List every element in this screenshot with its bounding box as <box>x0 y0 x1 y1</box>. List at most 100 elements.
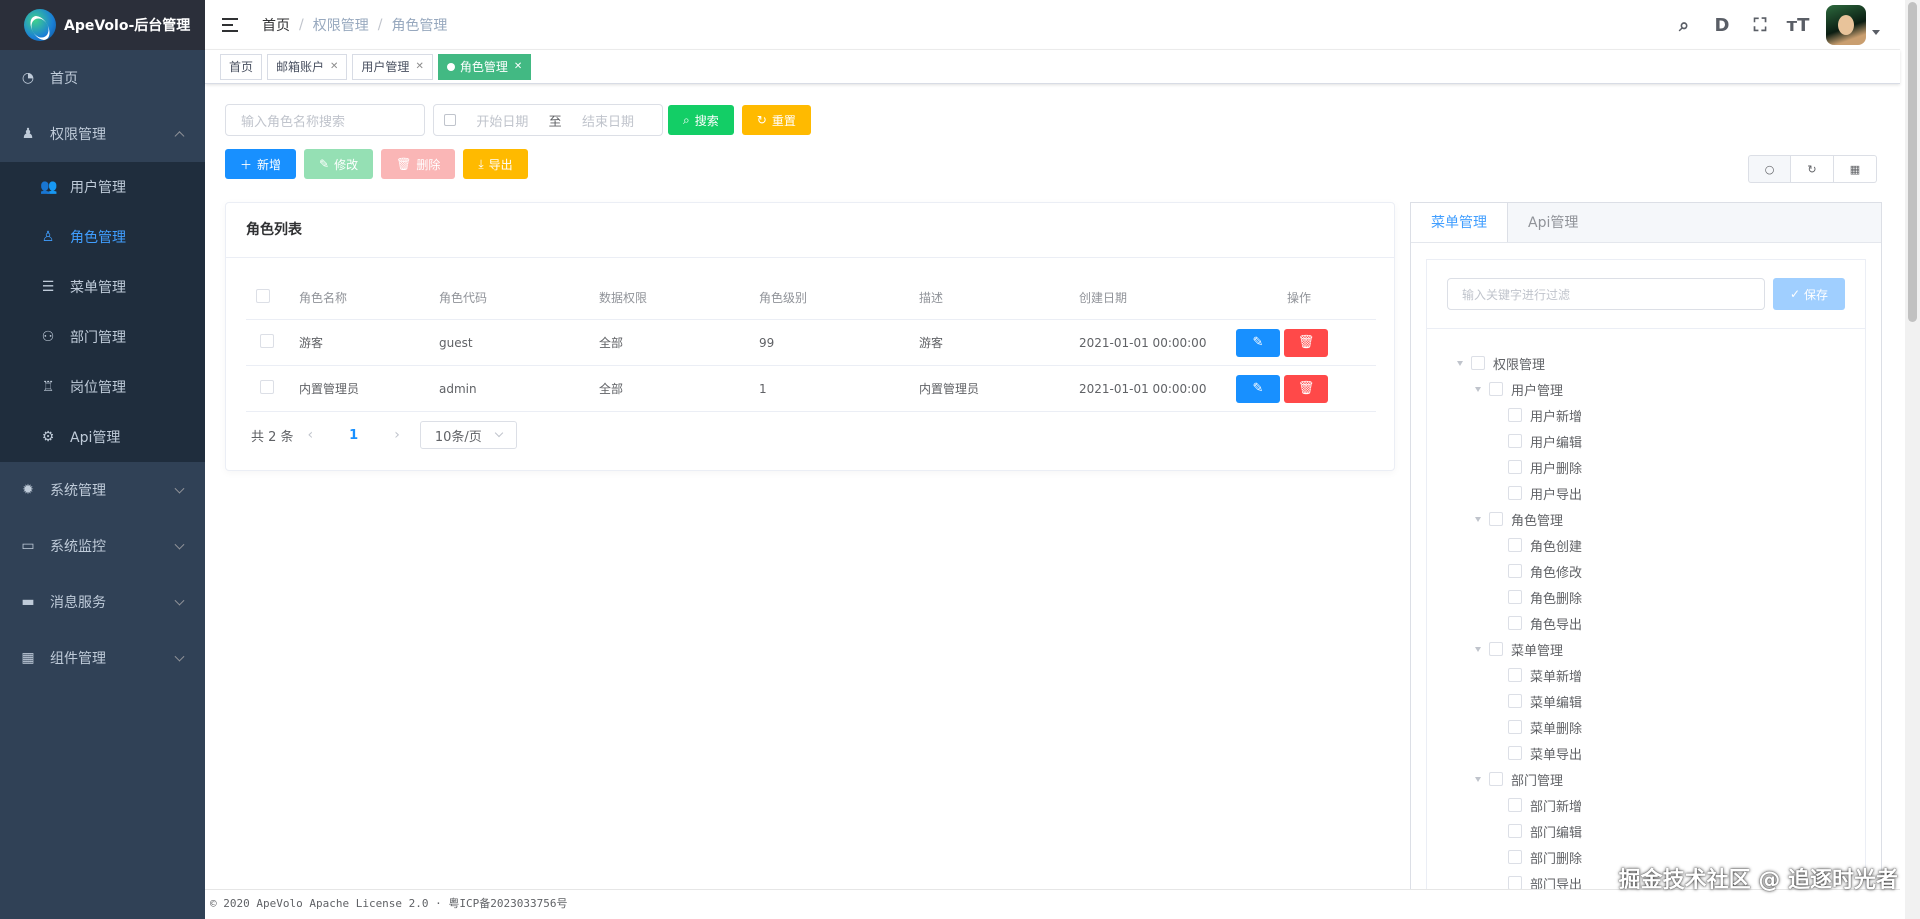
table-row[interactable]: 游客 guest 全部 99 游客 2021-01-01 00:00:00 ✎ 🗑 <box>246 320 1376 366</box>
tag-roles[interactable]: 角色管理 ✕ <box>437 53 532 80</box>
page-number[interactable]: 1 <box>349 428 358 443</box>
row-edit-button[interactable]: ✎ <box>1236 328 1280 357</box>
scrollbar-thumb[interactable] <box>1908 2 1917 322</box>
delete-button[interactable]: 🗑 删除 <box>381 149 456 179</box>
tag-users[interactable]: 用户管理 ✕ <box>352 53 433 80</box>
toggle-search-button[interactable]: ○ <box>1748 155 1791 183</box>
sidebar-item-depts[interactable]: ⚇ 部门管理 <box>0 312 205 362</box>
tree-checkbox[interactable] <box>1508 616 1522 630</box>
scrollbar[interactable] <box>1905 0 1920 919</box>
tree-node[interactable]: 部门删除 <box>1457 844 1582 870</box>
table-row[interactable]: 内置管理员 admin 全部 1 内置管理员 2021-01-01 00:00:… <box>246 366 1376 412</box>
chevron-right-icon[interactable]: › <box>394 427 400 443</box>
sidebar-item-users[interactable]: 👥 用户管理 <box>0 162 205 212</box>
add-button[interactable]: ＋ 新增 <box>225 149 297 179</box>
tree-node[interactable]: 菜单新增 <box>1457 662 1582 688</box>
sidebar-item-menus[interactable]: ☰ 菜单管理 <box>0 262 205 312</box>
avatar[interactable] <box>1826 5 1866 45</box>
fullscreen-icon[interactable]: ⛶ <box>1750 15 1770 36</box>
tree-node[interactable]: 用户新增 <box>1457 402 1582 428</box>
search-button[interactable]: ⌕ 搜索 <box>668 105 734 135</box>
edit-button[interactable]: ✎ 修改 <box>304 149 374 179</box>
caret-down-icon[interactable] <box>1872 29 1880 35</box>
tree-checkbox[interactable] <box>1489 772 1503 786</box>
row-edit-button[interactable]: ✎ <box>1236 374 1280 403</box>
tree-checkbox[interactable] <box>1508 746 1522 760</box>
tree-checkbox[interactable] <box>1508 720 1522 734</box>
refresh-button[interactable]: ↻ <box>1791 155 1834 183</box>
tree-node[interactable]: 菜单删除 <box>1457 714 1582 740</box>
tree-checkbox[interactable] <box>1508 486 1522 500</box>
tree-node[interactable]: 角色管理 <box>1457 506 1582 532</box>
sidebar-item-components[interactable]: ▦ 组件管理 <box>0 630 205 686</box>
row-checkbox[interactable] <box>260 334 274 348</box>
tree-checkbox[interactable] <box>1471 356 1485 370</box>
close-icon[interactable]: ✕ <box>330 55 338 79</box>
tree-checkbox[interactable] <box>1508 590 1522 604</box>
page-size-select[interactable]: 10条/页 <box>419 421 517 449</box>
role-name-search-input[interactable]: 输入角色名称搜索 <box>225 104 425 136</box>
tree-node[interactable]: 部门新增 <box>1457 792 1582 818</box>
tree-checkbox[interactable] <box>1508 460 1522 474</box>
sidebar-item-message[interactable]: ▬ 消息服务 <box>0 574 205 630</box>
doc-icon[interactable]: D <box>1712 15 1732 36</box>
tree-checkbox[interactable] <box>1508 668 1522 682</box>
tree-node[interactable]: 角色创建 <box>1457 532 1582 558</box>
tag-home[interactable]: 首页 <box>220 53 263 80</box>
tree-node[interactable]: 菜单导出 <box>1457 740 1582 766</box>
tree-checkbox[interactable] <box>1489 382 1503 396</box>
tree-node[interactable]: 角色导出 <box>1457 610 1582 636</box>
sidebar-item-jobs[interactable]: ♖ 岗位管理 <box>0 362 205 412</box>
logo[interactable]: ApeVolo-后台管理 <box>0 0 205 50</box>
row-delete-button[interactable]: 🗑 <box>1284 328 1328 357</box>
tree-checkbox[interactable] <box>1508 850 1522 864</box>
columns-button[interactable]: ▦ <box>1834 155 1877 183</box>
tab-menu[interactable]: 菜单管理 <box>1411 203 1508 242</box>
close-icon[interactable]: ✕ <box>514 55 522 79</box>
sidebar-item-home[interactable]: ◔ 首页 <box>0 50 205 106</box>
row-checkbox[interactable] <box>260 380 274 394</box>
tree-checkbox[interactable] <box>1489 642 1503 656</box>
save-button[interactable]: ✓ 保存 <box>1773 278 1845 310</box>
tree-node[interactable]: 部门管理 <box>1457 766 1582 792</box>
font-size-icon[interactable]: ᴛT <box>1787 15 1810 36</box>
tree-checkbox[interactable] <box>1508 408 1522 422</box>
sidebar-item-permission[interactable]: ♟ 权限管理 <box>0 106 205 162</box>
hamburger-icon[interactable] <box>222 17 238 32</box>
tree-node[interactable]: 菜单管理 <box>1457 636 1582 662</box>
caret-down-icon[interactable] <box>1457 360 1463 366</box>
tree-node[interactable]: 角色修改 <box>1457 558 1582 584</box>
menu-filter-input[interactable]: 输入关键字进行过滤 <box>1447 278 1765 310</box>
tree-checkbox[interactable] <box>1508 824 1522 838</box>
tree-checkbox[interactable] <box>1489 512 1503 526</box>
tree-checkbox[interactable] <box>1508 564 1522 578</box>
chevron-left-icon[interactable]: ‹ <box>308 427 314 443</box>
row-delete-button[interactable]: 🗑 <box>1284 374 1328 403</box>
caret-down-icon[interactable] <box>1475 516 1481 522</box>
caret-down-icon[interactable] <box>1475 776 1481 782</box>
tag-email[interactable]: 邮箱账户 ✕ <box>267 53 348 80</box>
tree-checkbox[interactable] <box>1508 538 1522 552</box>
tree-node[interactable]: 用户编辑 <box>1457 428 1582 454</box>
date-range-picker[interactable]: 开始日期 至 结束日期 <box>433 104 663 136</box>
tree-node[interactable]: 用户管理 <box>1457 376 1582 402</box>
tree-checkbox[interactable] <box>1508 876 1522 890</box>
breadcrumb-home[interactable]: 首页 <box>262 15 290 35</box>
sidebar-item-roles[interactable]: ♙ 角色管理 <box>0 212 205 262</box>
search-icon[interactable]: ⌕ <box>1674 15 1694 36</box>
export-button[interactable]: ⤓ 导出 <box>463 149 528 179</box>
sidebar-item-monitor[interactable]: ▭ 系统监控 <box>0 518 205 574</box>
tree-checkbox[interactable] <box>1508 694 1522 708</box>
tab-api[interactable]: Api管理 <box>1508 203 1599 242</box>
tree-checkbox[interactable] <box>1508 434 1522 448</box>
caret-down-icon[interactable] <box>1475 386 1481 392</box>
tree-node[interactable]: 用户导出 <box>1457 480 1582 506</box>
sidebar-item-api[interactable]: ⚙ Api管理 <box>0 412 205 462</box>
select-all-checkbox[interactable] <box>256 289 270 303</box>
tree-node[interactable]: 部门编辑 <box>1457 818 1582 844</box>
tree-node[interactable]: 菜单编辑 <box>1457 688 1582 714</box>
tree-node[interactable]: 用户删除 <box>1457 454 1582 480</box>
close-icon[interactable]: ✕ <box>415 55 423 79</box>
sidebar-item-system[interactable]: ✹ 系统管理 <box>0 462 205 518</box>
tree-checkbox[interactable] <box>1508 798 1522 812</box>
